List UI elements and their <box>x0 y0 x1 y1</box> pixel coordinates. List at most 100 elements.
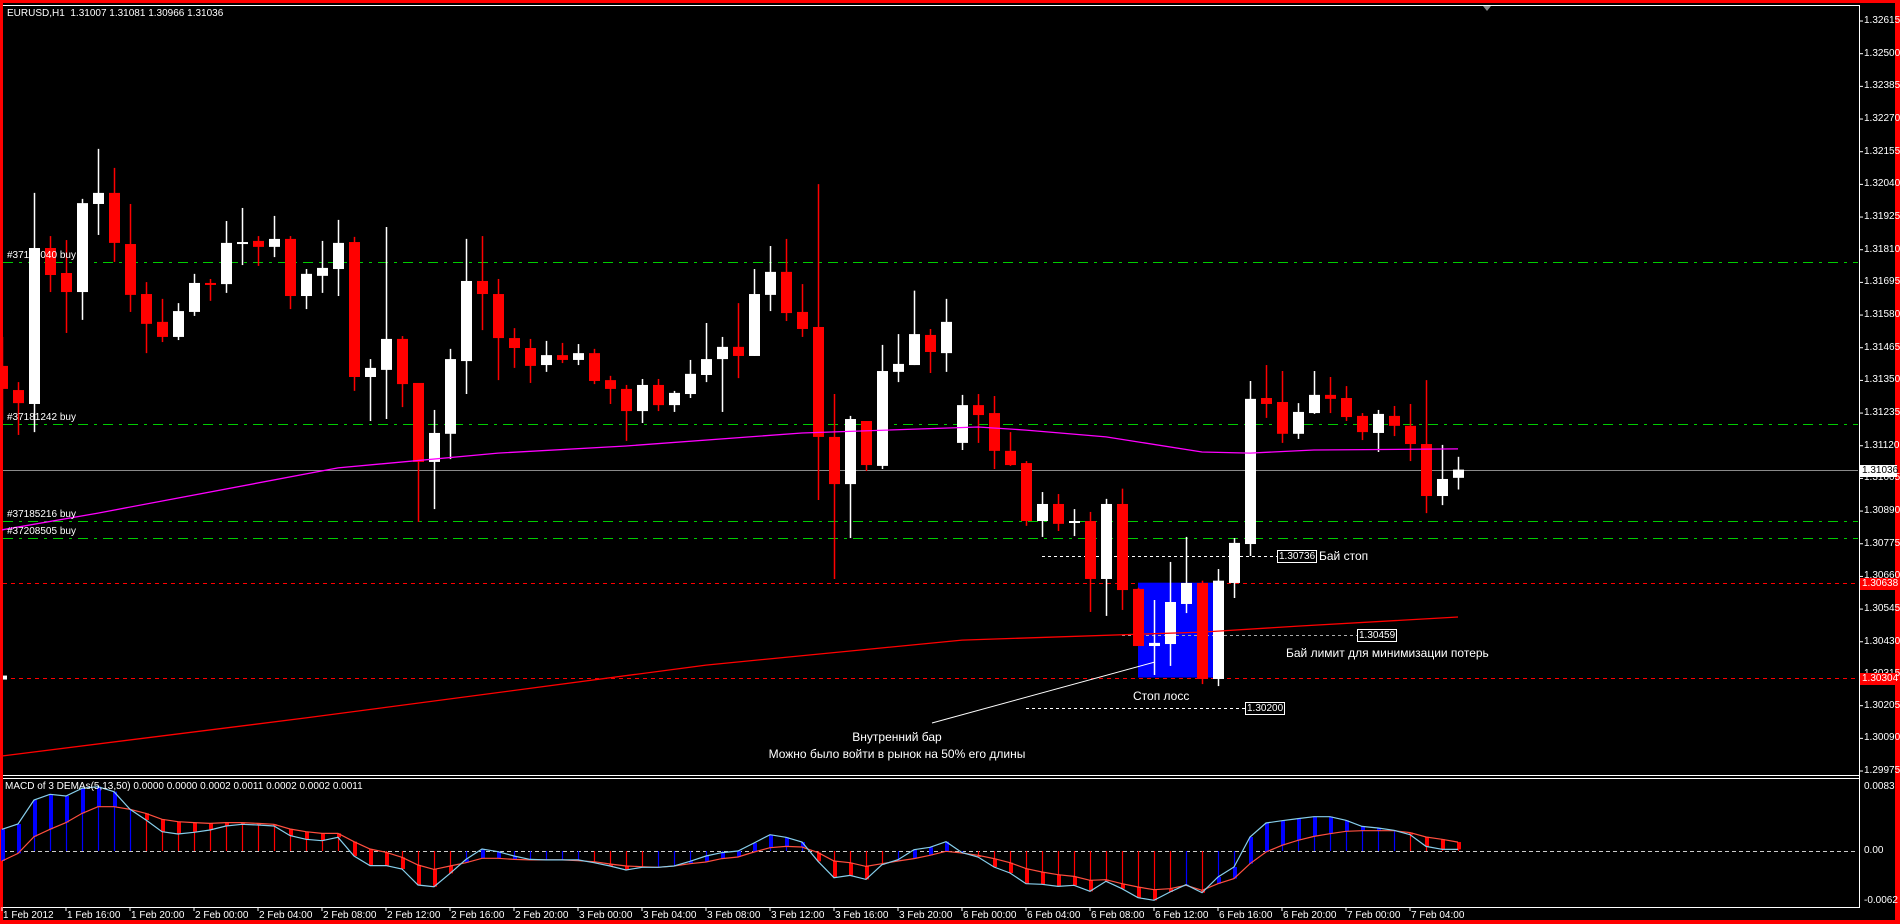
stop-loss-price-label[interactable]: 1.30200 <box>1245 702 1286 715</box>
candle <box>509 328 520 368</box>
symbol-label: EURUSD,H1 <box>7 8 65 19</box>
candle <box>1245 380 1256 556</box>
candle-body <box>525 348 536 366</box>
candle <box>1021 461 1032 526</box>
macd-histogram-thick <box>65 795 69 823</box>
price-axis-label: 1.32500 <box>1864 47 1900 59</box>
time-axis-label: 6 Feb 08:00 <box>1091 910 1145 921</box>
candle <box>365 359 376 422</box>
time-axis-label: 2 Feb 08:00 <box>323 910 377 921</box>
candle <box>301 269 312 310</box>
candle <box>349 236 360 391</box>
candle <box>685 359 696 399</box>
candle-body <box>765 271 776 295</box>
candle <box>1085 511 1096 612</box>
candle <box>909 290 920 366</box>
price-axis-label: 1.30090 <box>1864 732 1900 744</box>
candle-body <box>1341 398 1352 418</box>
candle <box>317 240 328 293</box>
macd-axis-min: -0.0062 <box>1864 895 1898 906</box>
price-axis-label: 1.30890 <box>1864 505 1900 517</box>
price-axis-label: 1.29975 <box>1864 765 1900 777</box>
price-axis-label: 1.31465 <box>1864 341 1900 353</box>
candle <box>493 278 504 381</box>
price-axis-label: 1.31120 <box>1864 439 1900 451</box>
macd-title: MACD of 3 DEMAs(5,13,50) 0.0000 0.0000 0… <box>5 781 363 792</box>
time-axis-label: 7 Feb 04:00 <box>1411 910 1465 921</box>
candle-body <box>493 294 504 339</box>
candle-body <box>1405 425 1416 445</box>
time-axis-label: 1 Feb 20:00 <box>131 910 185 921</box>
macd-histogram-thick <box>1265 823 1269 852</box>
candle-body <box>205 282 216 285</box>
candle <box>1117 488 1128 610</box>
macd-histogram-thick <box>1249 837 1253 864</box>
macd-histogram-thick <box>833 861 837 878</box>
candle <box>1229 538 1240 599</box>
macd-histogram-thick <box>1425 837 1429 847</box>
candle <box>733 303 744 379</box>
chart-shift-marker-icon[interactable] <box>1483 6 1491 11</box>
candle-body <box>93 192 104 204</box>
candle <box>45 236 56 293</box>
candle-body <box>253 240 264 247</box>
level-anchor-icon[interactable] <box>3 675 7 680</box>
candle-body <box>0 365 8 389</box>
macd-histogram-thick <box>161 819 165 832</box>
candle <box>525 338 536 383</box>
candle <box>541 340 552 372</box>
candle-body <box>573 353 584 360</box>
candle-body <box>29 248 40 404</box>
candle-body <box>461 280 472 362</box>
candle-body <box>61 273 72 293</box>
inside-bar-title[interactable]: Внутренний бар <box>797 730 997 744</box>
candle <box>765 246 776 312</box>
candle-body <box>1117 503 1128 591</box>
candle-body <box>397 338 408 385</box>
macd-histogram-thick <box>1057 874 1061 887</box>
buy-stop-price-label[interactable]: 1.30736 <box>1277 550 1318 563</box>
candle-body <box>349 242 360 377</box>
candle <box>141 282 152 354</box>
stop-loss-text[interactable]: Стоп лосс <box>1133 689 1189 703</box>
candle <box>637 378 648 424</box>
candle <box>1101 498 1112 616</box>
lower-level-price-tag: 1.30304 <box>1860 673 1899 685</box>
buy-stop-text[interactable]: Бай стоп <box>1319 549 1368 563</box>
buy-limit-text[interactable]: Бай лимит для минимизации потерь <box>1286 646 1489 660</box>
price-axis-label: 1.30775 <box>1864 537 1900 549</box>
candle <box>1277 371 1288 443</box>
candle <box>653 378 664 412</box>
macd-histogram-thick <box>1073 876 1077 886</box>
time-axis-label: 2 Feb 20:00 <box>515 910 569 921</box>
macd-histogram-thick <box>193 822 197 833</box>
macd-histogram-thick <box>721 852 725 859</box>
candle <box>125 203 136 312</box>
candle <box>989 396 1000 470</box>
inside-bar-note[interactable]: Можно было войти в рынок на 50% его длин… <box>747 747 1047 761</box>
macd-main-line <box>1 786 1459 901</box>
candle <box>1437 444 1448 506</box>
candle-body <box>845 419 856 485</box>
price-axis-label: 1.32155 <box>1864 145 1900 157</box>
ma-slow-line <box>1 616 1459 757</box>
candle-body <box>1309 394 1320 414</box>
candle-body <box>877 371 888 466</box>
candle <box>845 415 856 539</box>
candle-body <box>893 363 904 372</box>
window-border-top <box>0 0 1900 3</box>
macd-histogram-thick <box>1457 842 1461 850</box>
inside-bar-trendline[interactable] <box>931 661 1156 724</box>
macd-histogram-thick <box>1025 868 1029 884</box>
candle <box>1405 403 1416 462</box>
macd-histogram-thick <box>17 824 21 854</box>
candle <box>13 382 24 435</box>
candle-body <box>717 346 728 360</box>
buy-limit-price-label[interactable]: 1.30459 <box>1357 629 1398 642</box>
candle-body <box>1053 503 1064 524</box>
upper-level-price-tag: 1.30638 <box>1860 578 1899 590</box>
candle-body <box>861 421 872 466</box>
macd-histogram-thick <box>369 848 373 866</box>
candle-body <box>301 273 312 297</box>
candle <box>333 219 344 297</box>
